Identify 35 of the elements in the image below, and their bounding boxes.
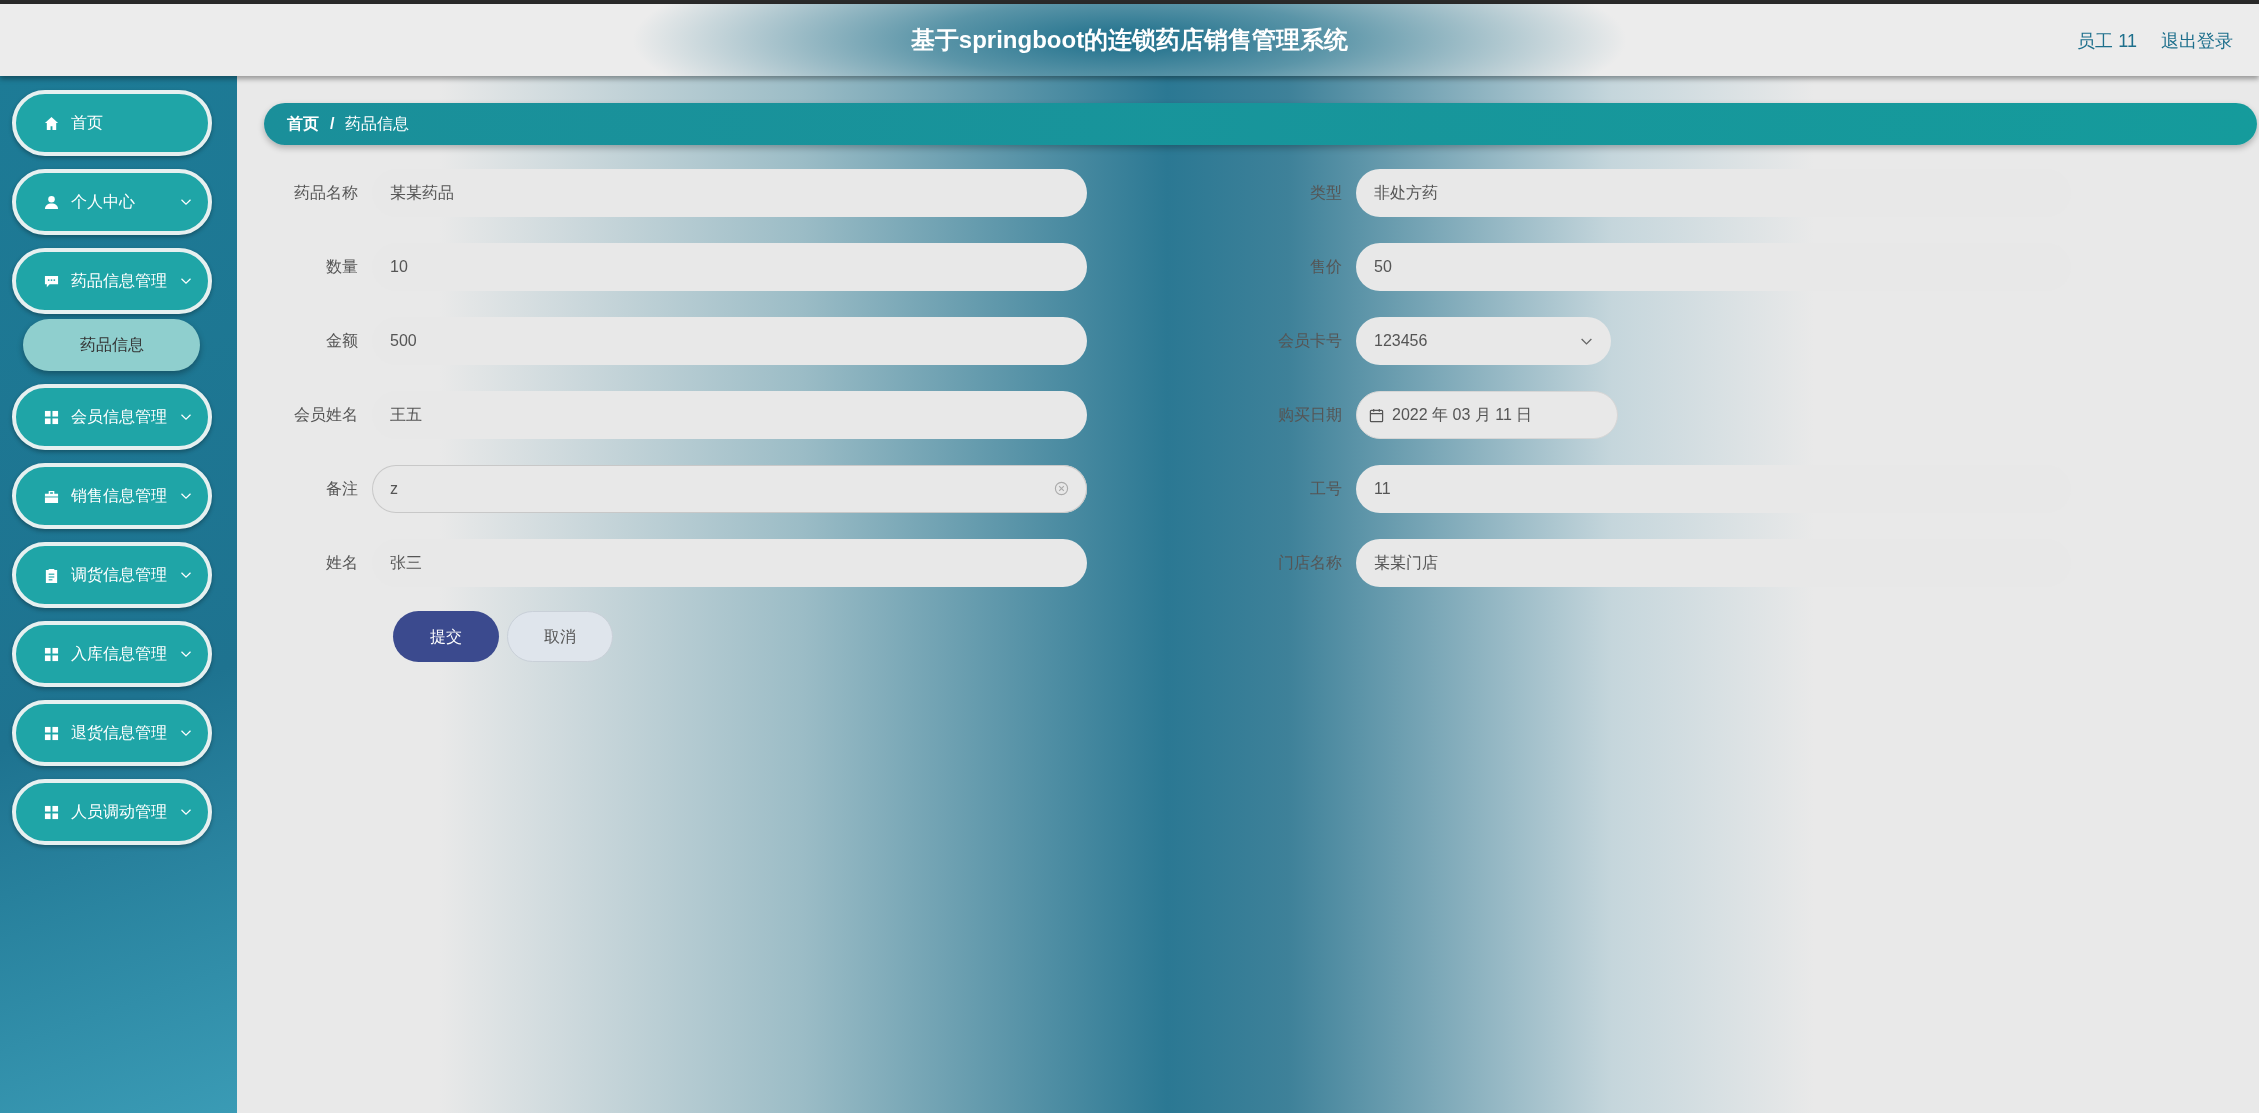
grid-icon — [44, 409, 59, 425]
clipboard-icon — [44, 567, 59, 583]
field-label: 备注 — [325, 479, 359, 499]
field-label: 会员卡号 — [1277, 331, 1343, 351]
breadcrumb-item[interactable]: 首页 — [287, 112, 319, 136]
field-label: 姓名 — [325, 553, 359, 573]
chat-icon — [44, 273, 59, 289]
user-link[interactable]: 员工 11 — [2077, 28, 2137, 55]
logout-link[interactable]: 退出登录 — [2161, 28, 2233, 55]
submenu-item[interactable]: 药品信息 — [23, 319, 200, 371]
field-label: 会员姓名 — [293, 405, 359, 425]
clear-icon — [1054, 481, 1069, 496]
submit-button[interactable]: 提交 — [393, 611, 499, 662]
field-label: 药品名称 — [293, 183, 359, 203]
input-field[interactable]: z — [372, 465, 1087, 513]
calendar-icon — [1369, 407, 1384, 423]
grid-icon — [44, 804, 59, 820]
user-icon — [44, 194, 59, 210]
grid-icon — [44, 725, 59, 741]
home-icon — [44, 115, 59, 131]
breadcrumb-separator: / — [330, 114, 335, 134]
date-field[interactable]: 2022 年 03 月 11 日 — [1356, 391, 1618, 439]
grid-icon — [44, 646, 59, 662]
field-label: 类型 — [1309, 183, 1343, 203]
briefcase-icon — [44, 488, 59, 504]
cancel-button[interactable]: 取消 — [507, 611, 613, 662]
field-label: 售价 — [1309, 257, 1343, 277]
field-label: 工号 — [1309, 479, 1343, 499]
field-label: 数量 — [325, 257, 359, 277]
field-label: 金额 — [325, 331, 359, 351]
breadcrumb-item: 药品信息 — [345, 114, 410, 134]
field-label: 门店名称 — [1277, 553, 1343, 573]
field-label: 购买日期 — [1277, 405, 1343, 425]
app-title: 基于springboot的连锁药店销售管理系统 — [910, 25, 1349, 55]
dropdown[interactable]: 123456 — [1356, 317, 1611, 365]
